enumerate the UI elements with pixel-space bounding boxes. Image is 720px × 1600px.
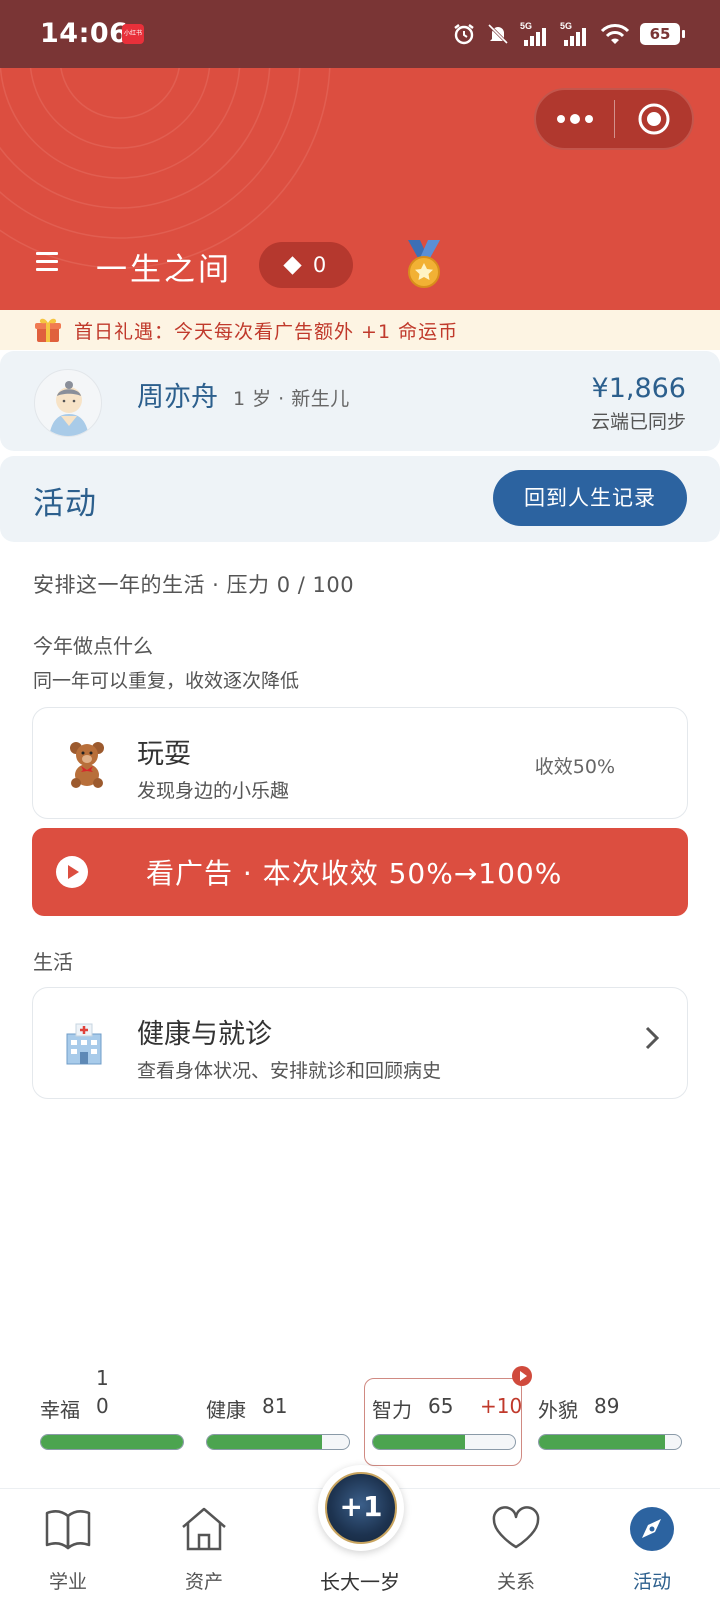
stat-delta: +10 (480, 1394, 523, 1418)
stat-fill (539, 1435, 666, 1449)
house-icon (182, 1507, 226, 1551)
battery-indicator: 65 (640, 23, 685, 45)
app-header: 一生之间 0 (0, 68, 720, 310)
stat-label: 幸福 (40, 1398, 80, 1422)
health-card-title: 健康与就诊 (137, 1019, 272, 1050)
heart-icon (492, 1506, 540, 1549)
svg-text:5G: 5G (520, 21, 532, 31)
medal-icon[interactable] (402, 240, 446, 290)
compass-icon (630, 1507, 674, 1551)
close-mini-program-button[interactable] (615, 101, 692, 137)
teddy-bear-icon (70, 742, 104, 788)
page-title: 活动 (33, 486, 97, 522)
stat-label: 智力 (372, 1398, 412, 1422)
coin-count: 0 (312, 253, 327, 277)
mute-bell-icon (487, 23, 509, 45)
nav-label: 学业 (48, 1571, 87, 1593)
play-card-yield: 收效50% (534, 756, 615, 778)
sync-status: 云端已同步 (590, 411, 686, 433)
gift-banner[interactable]: 首日礼遇：今天每次看广告额外 +1 命运币 (0, 310, 720, 350)
nav-item-activity[interactable]: 活动 (592, 1489, 712, 1600)
status-bar: 14:06 小红书 5G 5G 65 (0, 0, 720, 68)
notification-badge: 小红书 (122, 24, 144, 44)
gift-banner-text: 首日礼遇：今天每次看广告额外 +1 命运币 (74, 320, 459, 343)
nav-label: 活动 (632, 1571, 671, 1593)
nav-label: 资产 (184, 1571, 223, 1593)
signal-5g-icon: 5G (520, 21, 546, 46)
stat-health: 健康 81 (206, 1368, 350, 1450)
stat-value: 81 (262, 1394, 288, 1418)
target-icon (638, 103, 669, 135)
section-title-this-year: 今年做点什么 (33, 634, 153, 658)
stat-looks: 外貌 89 (538, 1368, 682, 1450)
stat-intelligence: 智力 65 +10 (372, 1368, 522, 1450)
money-balance: ¥1,866 (591, 373, 686, 404)
status-time: 14:06 (40, 18, 129, 49)
chevron-right-icon (645, 1026, 659, 1050)
play-icon (56, 856, 88, 888)
profile-meta: 1 岁 · 新生儿 (233, 388, 350, 410)
watch-ad-label: 看广告 · 本次收效 50%→100% (146, 857, 563, 890)
coin-balance[interactable]: 0 (259, 242, 353, 288)
stat-fill (41, 1435, 183, 1449)
menu-icon[interactable] (36, 252, 58, 274)
stat-label: 外貌 (538, 1398, 578, 1422)
activity-header: 活动 回到人生记录 (0, 456, 720, 542)
book-icon (45, 1510, 91, 1550)
watch-ad-button[interactable]: 看广告 · 本次收效 50%→100% (32, 828, 688, 916)
play-card-desc: 发现身边的小乐趣 (137, 780, 290, 802)
stat-value: 89 (594, 1394, 620, 1418)
stat-value: 0 (96, 1394, 109, 1418)
stat-fill (373, 1435, 466, 1449)
signal-5g-icon: 5G (560, 21, 586, 46)
hospital-icon (66, 1023, 102, 1065)
schedule-status: 安排这一年的生活 · 压力 0 / 100 (33, 573, 355, 597)
stat-label: 健康 (206, 1398, 246, 1422)
back-to-life-record-button[interactable]: 回到人生记录 (493, 470, 687, 526)
activity-card-play[interactable]: 玩耍 发现身边的小乐趣 收效50% (32, 707, 688, 819)
stat-value: 65 (428, 1394, 454, 1418)
health-card-desc: 查看身体状况、安排就诊和回顾病史 (137, 1060, 442, 1082)
stat-bar (206, 1434, 350, 1450)
status-icons: 5G 5G 65 (452, 18, 685, 50)
nav-label: 关系 (496, 1571, 535, 1593)
alarm-icon (454, 24, 474, 45)
diamond-icon (283, 255, 302, 275)
avatar[interactable] (34, 369, 102, 437)
stat-bar (40, 1434, 184, 1450)
profile-name: 周亦舟 (137, 382, 218, 413)
profile-card[interactable]: 周亦舟 1 岁 · 新生儿 ¥1,866 云端已同步 (0, 351, 720, 451)
section-subtitle: 同一年可以重复，收效逐次降低 (33, 670, 300, 692)
more-options-button[interactable] (536, 90, 614, 148)
stat-fill (207, 1435, 323, 1449)
baby-avatar-icon (49, 381, 89, 436)
stats-panel: 幸福 0 健康 81 智力 65 +10 外貌 89 (0, 1368, 720, 1450)
play-card-title: 玩耍 (137, 739, 191, 770)
nav-item-study[interactable]: 学业 (8, 1489, 128, 1600)
stat-happiness: 幸福 0 (40, 1368, 184, 1450)
svg-text:5G: 5G (560, 21, 572, 31)
stat-bar (372, 1434, 516, 1450)
gift-icon (35, 318, 61, 342)
wifi-icon (600, 24, 630, 44)
mini-program-capsule (534, 88, 694, 150)
activity-card-health[interactable]: 健康与就诊 查看身体状况、安排就诊和回顾病史 (32, 987, 688, 1099)
stat-bar (538, 1434, 682, 1450)
section-title-life: 生活 (33, 950, 73, 974)
nav-item-relations[interactable]: 关系 (456, 1489, 576, 1600)
nav-item-assets[interactable]: 资产 (144, 1489, 264, 1600)
grow-button-label: +1 (325, 1472, 397, 1544)
grow-one-year-label[interactable]: 长大一岁 (300, 1566, 420, 1595)
app-title: 一生之间 (96, 252, 232, 288)
grow-one-year-button[interactable]: +1 (318, 1465, 404, 1551)
